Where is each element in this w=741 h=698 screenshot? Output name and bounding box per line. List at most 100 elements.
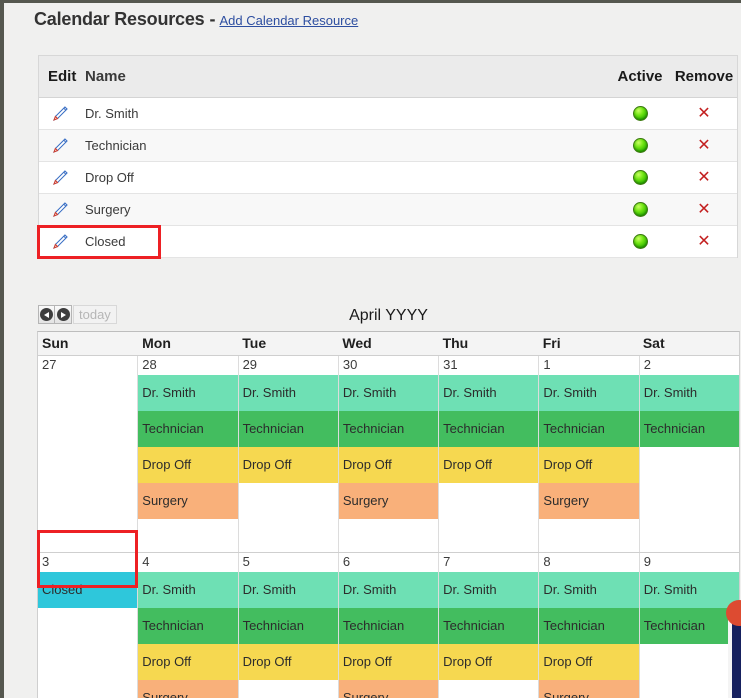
remove-resource-button[interactable]: ✕ bbox=[671, 201, 737, 218]
table-row[interactable]: Closed ✕ bbox=[39, 226, 737, 258]
calendar-day-cell[interactable]: 28 Dr. Smith Technician Drop Off Surgery bbox=[138, 356, 239, 552]
calendar-day-cell[interactable]: 4 Dr. Smith Technician Drop Off Surgery bbox=[138, 553, 239, 698]
table-row[interactable]: Drop Off ✕ bbox=[39, 162, 737, 194]
calendar-day-cell[interactable]: 1 Dr. Smith Technician Drop Off Surgery bbox=[539, 356, 640, 552]
calendar-event-technician[interactable]: Technician bbox=[138, 411, 238, 447]
calendar-event-dr-smith[interactable]: Dr. Smith bbox=[238, 375, 338, 411]
calendar-day-cell[interactable]: 5 Dr. Smith Technician Drop Off bbox=[238, 553, 339, 698]
calendar-event-dr-smith[interactable]: Dr. Smith bbox=[138, 572, 238, 608]
calendar-event-dr-smith[interactable]: Dr. Smith bbox=[439, 375, 539, 411]
day-number: 31 bbox=[443, 357, 458, 372]
active-status-cell[interactable] bbox=[609, 234, 671, 249]
calendar-event-dr-smith[interactable]: Dr. Smith bbox=[338, 375, 439, 411]
green-status-dot-icon[interactable] bbox=[632, 138, 648, 153]
pencil-icon[interactable] bbox=[51, 201, 69, 219]
calendar-event-technician[interactable]: Technician bbox=[138, 608, 238, 644]
column-header-edit: Edit bbox=[48, 68, 77, 85]
calendar-event-dr-smith[interactable]: Dr. Smith bbox=[539, 375, 639, 411]
remove-resource-button[interactable]: ✕ bbox=[671, 233, 737, 250]
remove-resource-button[interactable]: ✕ bbox=[671, 169, 737, 186]
calendar-day-cell[interactable]: 7 Dr. Smith Technician Drop Off bbox=[439, 553, 540, 698]
calendar-event-surgery[interactable]: Surgery bbox=[338, 483, 439, 519]
calendar-event-dr-smith[interactable]: Dr. Smith bbox=[238, 572, 338, 608]
calendar-event-dr-smith[interactable]: Dr. Smith bbox=[338, 572, 439, 608]
calendar-event-surgery[interactable]: Surgery bbox=[539, 680, 639, 698]
edit-resource-button[interactable] bbox=[39, 137, 79, 155]
calendar-event-drop-off[interactable]: Drop Off bbox=[539, 447, 639, 483]
calendar-day-cell[interactable]: 30 Dr. Smith Technician Drop Off Surgery bbox=[338, 356, 440, 552]
calendar-day-cell[interactable]: 31 Dr. Smith Technician Drop Off bbox=[439, 356, 540, 552]
active-status-cell[interactable] bbox=[609, 170, 671, 185]
calendar-event-technician[interactable]: Technician bbox=[539, 411, 639, 447]
pencil-icon[interactable] bbox=[51, 105, 69, 123]
table-row[interactable]: Dr. Smith ✕ bbox=[39, 98, 737, 130]
remove-resource-button[interactable]: ✕ bbox=[671, 137, 737, 154]
page-header: Calendar Resources - Add Calendar Resour… bbox=[34, 9, 358, 39]
calendar-event-technician[interactable]: Technician bbox=[238, 411, 338, 447]
calendar-event-technician[interactable]: Technician bbox=[639, 411, 739, 447]
calendar-event-drop-off[interactable]: Drop Off bbox=[238, 644, 338, 680]
x-icon[interactable]: ✕ bbox=[697, 137, 710, 154]
page-title: Calendar Resources bbox=[34, 9, 205, 29]
x-icon[interactable]: ✕ bbox=[697, 105, 710, 122]
green-status-dot-icon[interactable] bbox=[632, 234, 648, 249]
calendar-event-drop-off[interactable]: Drop Off bbox=[439, 447, 539, 483]
calendar-event-surgery[interactable]: Surgery bbox=[138, 483, 238, 519]
remove-resource-button[interactable]: ✕ bbox=[671, 105, 737, 122]
calendar-event-technician[interactable]: Technician bbox=[338, 411, 439, 447]
calendar-event-dr-smith[interactable]: Dr. Smith bbox=[138, 375, 238, 411]
calendar-day-cell[interactable]: 2 Dr. Smith Technician bbox=[639, 356, 739, 552]
calendar-event-surgery[interactable]: Surgery bbox=[338, 680, 439, 698]
table-row[interactable]: Technician ✕ bbox=[39, 130, 737, 162]
calendar-event-closed[interactable]: Closed bbox=[38, 572, 138, 608]
active-status-cell[interactable] bbox=[609, 202, 671, 217]
calendar-day-cell[interactable]: 8 Dr. Smith Technician Drop Off Surgery bbox=[539, 553, 640, 698]
calendar-event-drop-off[interactable]: Drop Off bbox=[439, 644, 539, 680]
calendar-day-cell[interactable]: 6 Dr. Smith Technician Drop Off Surgery bbox=[338, 553, 440, 698]
x-icon[interactable]: ✕ bbox=[697, 233, 710, 250]
calendar-event-drop-off[interactable]: Drop Off bbox=[338, 644, 439, 680]
calendar-event-surgery[interactable]: Surgery bbox=[539, 483, 639, 519]
calendar-event-drop-off[interactable]: Drop Off bbox=[338, 447, 439, 483]
calendar-day-cell[interactable]: 3 Closed bbox=[38, 553, 139, 698]
calendar-event-technician[interactable]: Technician bbox=[238, 608, 338, 644]
active-status-cell[interactable] bbox=[609, 106, 671, 121]
green-status-dot-icon[interactable] bbox=[632, 106, 648, 121]
edit-resource-button[interactable] bbox=[39, 233, 79, 251]
page-content: Calendar Resources - Add Calendar Resour… bbox=[4, 3, 741, 698]
calendar-event-dr-smith[interactable]: Dr. Smith bbox=[439, 572, 539, 608]
pencil-icon[interactable] bbox=[51, 233, 69, 251]
calendar-grid: Sun Mon Tue Wed Thu Fri Sat 27 28 Dr. Smith Techn… bbox=[37, 331, 740, 698]
calendar-event-drop-off[interactable]: Drop Off bbox=[539, 644, 639, 680]
calendar-event-technician[interactable]: Technician bbox=[639, 608, 739, 644]
edit-resource-button[interactable] bbox=[39, 169, 79, 187]
green-status-dot-icon[interactable] bbox=[632, 170, 648, 185]
calendar-event-technician[interactable]: Technician bbox=[338, 608, 439, 644]
calendar-event-drop-off[interactable]: Drop Off bbox=[238, 447, 338, 483]
calendar-event-technician[interactable]: Technician bbox=[439, 411, 539, 447]
calendar-resources-table: Edit Name Active Remove Dr. Smith ✕ Techni… bbox=[38, 55, 738, 258]
edit-resource-button[interactable] bbox=[39, 201, 79, 219]
add-calendar-resource-link[interactable]: Add Calendar Resource bbox=[219, 13, 358, 28]
green-status-dot-icon[interactable] bbox=[632, 202, 648, 217]
calendar-day-cell[interactable]: 9 Dr. Smith Technician bbox=[639, 553, 739, 698]
calendar-event-dr-smith[interactable]: Dr. Smith bbox=[639, 572, 739, 608]
calendar-event-drop-off[interactable]: Drop Off bbox=[138, 447, 238, 483]
x-icon[interactable]: ✕ bbox=[697, 169, 710, 186]
calendar-event-dr-smith[interactable]: Dr. Smith bbox=[639, 375, 739, 411]
active-status-cell[interactable] bbox=[609, 138, 671, 153]
day-number: 8 bbox=[543, 554, 551, 569]
calendar-event-surgery[interactable]: Surgery bbox=[138, 680, 238, 698]
edit-resource-button[interactable] bbox=[39, 105, 79, 123]
table-row[interactable]: Surgery ✕ bbox=[39, 194, 737, 226]
calendar-day-cell[interactable]: 29 Dr. Smith Technician Drop Off bbox=[238, 356, 339, 552]
calendar-event-technician[interactable]: Technician bbox=[539, 608, 639, 644]
calendar-event-drop-off[interactable]: Drop Off bbox=[138, 644, 238, 680]
x-icon[interactable]: ✕ bbox=[697, 201, 710, 218]
day-header-sun: Sun bbox=[42, 335, 69, 351]
calendar-event-technician[interactable]: Technician bbox=[439, 608, 539, 644]
pencil-icon[interactable] bbox=[51, 169, 69, 187]
calendar-day-cell[interactable]: 27 bbox=[38, 356, 139, 552]
pencil-icon[interactable] bbox=[51, 137, 69, 155]
calendar-event-dr-smith[interactable]: Dr. Smith bbox=[539, 572, 639, 608]
